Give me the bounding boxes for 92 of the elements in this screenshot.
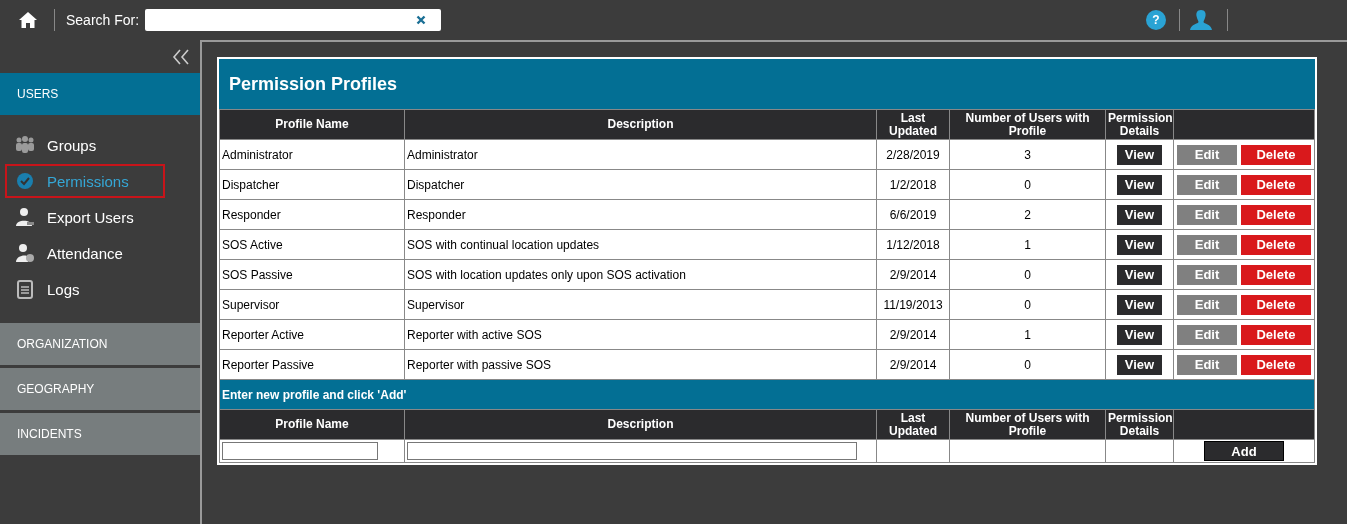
- table-cell: 0: [949, 169, 1106, 200]
- column-header: Last Updated: [876, 109, 950, 140]
- panel-title: Permission Profiles: [219, 59, 1315, 109]
- view-button[interactable]: View: [1117, 234, 1162, 255]
- table-cell: Administrator: [219, 139, 405, 170]
- table-cell: Supervisor: [404, 289, 877, 320]
- table-cell: SOS Active: [219, 229, 405, 260]
- table-cell: 2: [949, 199, 1106, 230]
- view-button[interactable]: View: [1117, 264, 1162, 285]
- table-cell: 6/6/2019: [876, 199, 950, 230]
- description-input[interactable]: [407, 442, 857, 460]
- profile-name-input[interactable]: [222, 442, 378, 460]
- table-cell: 1/12/2018: [876, 229, 950, 260]
- table-cell: Dispatcher: [404, 169, 877, 200]
- help-button[interactable]: ?: [1146, 10, 1166, 30]
- table-cell: 2/28/2019: [876, 139, 950, 170]
- edit-button[interactable]: Edit: [1177, 204, 1237, 225]
- column-header: Description: [404, 109, 877, 140]
- edit-button[interactable]: Edit: [1177, 174, 1237, 195]
- table-cell: SOS with continual location updates: [404, 229, 877, 260]
- column-header: Number of Users with Profile: [949, 409, 1106, 440]
- table-cell: 2/9/2014: [876, 319, 950, 350]
- collapse-icon[interactable]: [172, 48, 190, 65]
- user-clock-icon: [15, 243, 35, 263]
- table-cell: Dispatcher: [219, 169, 405, 200]
- table-cell: 11/19/2013: [876, 289, 950, 320]
- delete-button[interactable]: Delete: [1241, 324, 1311, 345]
- sidebar-section[interactable]: USERS: [0, 73, 200, 115]
- table-cell: Reporter with passive SOS: [404, 349, 877, 380]
- sidebar-item[interactable]: Logs: [5, 272, 165, 306]
- edit-button[interactable]: Edit: [1177, 294, 1237, 315]
- delete-button[interactable]: Delete: [1241, 264, 1311, 285]
- home-icon[interactable]: [18, 11, 38, 29]
- user-export-icon: [15, 207, 35, 227]
- sidebar-item[interactable]: Permissions: [5, 164, 165, 198]
- view-button[interactable]: View: [1117, 294, 1162, 315]
- clipboard-icon: [15, 279, 35, 299]
- delete-button[interactable]: Delete: [1241, 174, 1311, 195]
- delete-button[interactable]: Delete: [1241, 354, 1311, 375]
- table-cell: 1/2/2018: [876, 169, 950, 200]
- column-header: Profile Name: [219, 409, 405, 440]
- delete-button[interactable]: Delete: [1241, 204, 1311, 225]
- view-button[interactable]: View: [1117, 324, 1162, 345]
- people-icon: [15, 135, 35, 155]
- column-header: Permission Details: [1105, 109, 1174, 140]
- user-icon[interactable]: [1189, 9, 1213, 31]
- delete-button[interactable]: Delete: [1241, 144, 1311, 165]
- table-cell: Responder: [219, 199, 405, 230]
- table-cell: Supervisor: [219, 289, 405, 320]
- edit-button[interactable]: Edit: [1177, 144, 1237, 165]
- table-cell: Administrator: [404, 139, 877, 170]
- table-cell: Reporter with active SOS: [404, 319, 877, 350]
- edit-button[interactable]: Edit: [1177, 234, 1237, 255]
- table-cell: SOS with location updates only upon SOS activation: [404, 259, 877, 290]
- view-button[interactable]: View: [1117, 144, 1162, 165]
- delete-button[interactable]: Delete: [1241, 234, 1311, 255]
- sidebar-item[interactable]: Groups: [5, 128, 165, 162]
- table-cell: 1: [949, 319, 1106, 350]
- table-cell: Responder: [404, 199, 877, 230]
- search-label: Search For:: [66, 12, 140, 28]
- edit-button[interactable]: Edit: [1177, 264, 1237, 285]
- sidebar-item[interactable]: Attendance: [5, 236, 165, 270]
- delete-button[interactable]: Delete: [1241, 294, 1311, 315]
- sidebar-section[interactable]: INCIDENTS: [0, 413, 200, 455]
- sidebar-section[interactable]: GEOGRAPHY: [0, 368, 200, 410]
- table-cell: 0: [949, 289, 1106, 320]
- clear-icon[interactable]: [416, 15, 427, 25]
- column-header: Description: [404, 409, 877, 440]
- table-cell: 0: [949, 259, 1106, 290]
- table-cell: 0: [949, 349, 1106, 380]
- view-button[interactable]: View: [1117, 204, 1162, 225]
- edit-button[interactable]: Edit: [1177, 354, 1237, 375]
- edit-button[interactable]: Edit: [1177, 324, 1237, 345]
- table-cell: 2/9/2014: [876, 349, 950, 380]
- search-field[interactable]: [145, 9, 442, 31]
- table-cell: Reporter Active: [219, 319, 405, 350]
- view-button[interactable]: View: [1117, 174, 1162, 195]
- table-cell: 2/9/2014: [876, 259, 950, 290]
- table-cell: 1: [949, 229, 1106, 260]
- view-button[interactable]: View: [1117, 354, 1162, 375]
- sidebar-section[interactable]: ORGANIZATION: [0, 323, 200, 365]
- table-cell: Reporter Passive: [219, 349, 405, 380]
- column-header: Last Updated: [876, 409, 950, 440]
- column-header: Number of Users with Profile: [949, 109, 1106, 140]
- table-cell: 3: [949, 139, 1106, 170]
- column-header: Permission Details: [1105, 409, 1174, 440]
- check-circle-icon: [15, 171, 35, 191]
- add-section-title: Enter new profile and click 'Add': [219, 379, 1315, 410]
- column-header: Profile Name: [219, 109, 405, 140]
- table-cell: SOS Passive: [219, 259, 405, 290]
- add-button[interactable]: Add: [1204, 441, 1284, 461]
- sidebar-item[interactable]: Export Users: [5, 200, 165, 234]
